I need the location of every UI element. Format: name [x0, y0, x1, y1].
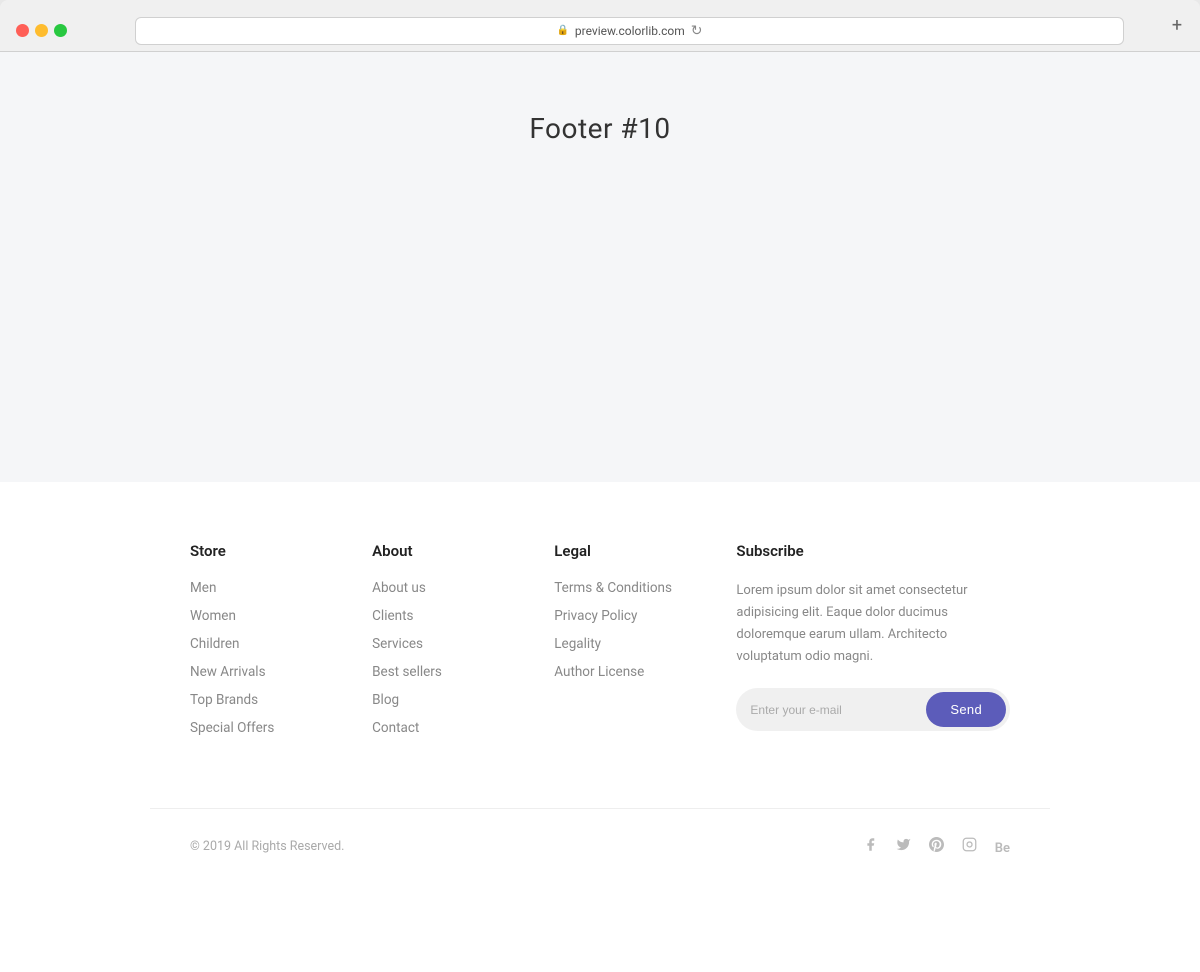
about-link-contact[interactable]: Contact: [372, 720, 514, 736]
email-input[interactable]: [750, 694, 926, 725]
footer-col-legal: Legal Terms & Conditions Privacy Policy …: [554, 542, 696, 748]
address-bar[interactable]: 🔒 preview.colorlib.com ↻: [135, 17, 1124, 45]
footer: Store Men Women Children New Arrivals To…: [0, 482, 1200, 884]
new-tab-button[interactable]: +: [1166, 15, 1188, 37]
store-link-men[interactable]: Men: [190, 580, 332, 596]
close-button[interactable]: [16, 24, 29, 37]
store-link-women[interactable]: Women: [190, 608, 332, 624]
footer-bottom: © 2019 All Rights Reserved. Be: [150, 808, 1050, 884]
subscribe-description: Lorem ipsum dolor sit amet consectetur a…: [736, 580, 1010, 668]
legal-link-legality[interactable]: Legality: [554, 636, 696, 652]
browser-chrome: 🔒 preview.colorlib.com ↻ +: [0, 0, 1200, 52]
behance-icon[interactable]: Be: [995, 838, 1010, 856]
traffic-lights: [16, 24, 67, 37]
footer-col-store: Store Men Women Children New Arrivals To…: [190, 542, 332, 748]
social-icons: Be: [863, 837, 1010, 856]
legal-heading: Legal: [554, 542, 696, 560]
browser-content: Footer #10 Store Men Women Children New …: [0, 52, 1200, 972]
url-text: preview.colorlib.com: [575, 24, 685, 38]
store-link-special-offers[interactable]: Special Offers: [190, 720, 332, 736]
store-link-top-brands[interactable]: Top Brands: [190, 692, 332, 708]
instagram-icon[interactable]: [962, 837, 977, 856]
lock-icon: 🔒: [556, 25, 568, 36]
about-link-about-us[interactable]: About us: [372, 580, 514, 596]
legal-link-privacy[interactable]: Privacy Policy: [554, 608, 696, 624]
facebook-icon[interactable]: [863, 837, 878, 856]
store-heading: Store: [190, 542, 332, 560]
about-heading: About: [372, 542, 514, 560]
footer-col-subscribe: Subscribe Lorem ipsum dolor sit amet con…: [736, 542, 1010, 748]
footer-col-about: About About us Clients Services Best sel…: [372, 542, 514, 748]
about-link-services[interactable]: Services: [372, 636, 514, 652]
maximize-button[interactable]: [54, 24, 67, 37]
about-link-clients[interactable]: Clients: [372, 608, 514, 624]
pinterest-icon[interactable]: [929, 837, 944, 856]
minimize-button[interactable]: [35, 24, 48, 37]
copyright-text: © 2019 All Rights Reserved.: [190, 839, 344, 854]
legal-link-author-license[interactable]: Author License: [554, 664, 696, 680]
about-link-blog[interactable]: Blog: [372, 692, 514, 708]
legal-link-terms[interactable]: Terms & Conditions: [554, 580, 696, 596]
refresh-icon[interactable]: ↻: [691, 23, 703, 39]
store-link-new-arrivals[interactable]: New Arrivals: [190, 664, 332, 680]
about-link-best-sellers[interactable]: Best sellers: [372, 664, 514, 680]
send-button[interactable]: Send: [926, 692, 1006, 727]
subscribe-form: Send: [736, 688, 1010, 731]
store-link-children[interactable]: Children: [190, 636, 332, 652]
main-area: Footer #10: [0, 52, 1200, 482]
footer-main: Store Men Women Children New Arrivals To…: [150, 542, 1050, 808]
page-title: Footer #10: [529, 112, 670, 145]
subscribe-heading: Subscribe: [736, 542, 1010, 560]
twitter-icon[interactable]: [896, 837, 911, 856]
